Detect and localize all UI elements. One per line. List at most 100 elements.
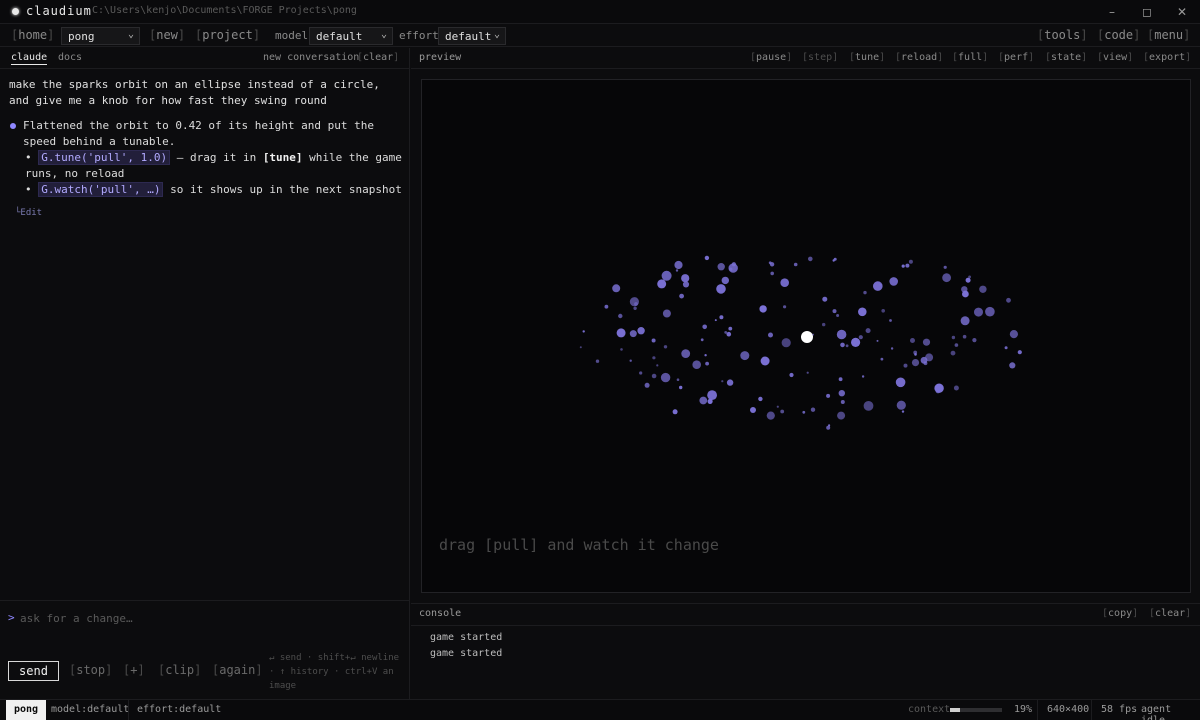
preview-label: preview (419, 52, 462, 63)
spark-particle (853, 342, 856, 345)
new-conversation-button[interactable]: new conversation (263, 52, 359, 63)
spark-particle (880, 357, 884, 361)
minimize-button[interactable]: – (1094, 2, 1130, 22)
edit-link[interactable]: └Edit (15, 208, 42, 218)
preview-full-button[interactable]: [full] (952, 52, 988, 63)
close-button[interactable]: ✕ (1164, 2, 1200, 22)
menu-button[interactable]: [menu] (1147, 28, 1190, 42)
game-canvas[interactable]: drag [pull] and watch it change (421, 79, 1191, 593)
preview-reload-button[interactable]: [reload] (895, 52, 943, 63)
new-button[interactable]: [new] (149, 28, 185, 42)
spark-particle (716, 284, 726, 294)
ball (801, 331, 813, 343)
again-button[interactable]: [again] (212, 663, 263, 677)
spark-particle (962, 334, 967, 339)
divider (128, 700, 129, 720)
spark-particle (657, 279, 667, 289)
chevron-down-icon: ⌄ (380, 29, 387, 40)
status-fps: 58 fps (1101, 704, 1138, 715)
preview-perf-button[interactable]: [perf] (998, 52, 1034, 63)
spark-particle (582, 330, 585, 333)
home-button[interactable]: [home] (11, 28, 54, 42)
spark-particle (974, 307, 983, 317)
project-button[interactable]: [project] (195, 28, 260, 42)
preview-step-button[interactable]: [step] (802, 52, 838, 63)
spark-particle (731, 262, 736, 267)
tab-claude[interactable]: claude (11, 52, 48, 65)
spark-particle (595, 359, 600, 363)
spark-particle (960, 316, 970, 326)
spark-particle (699, 396, 708, 405)
spark-particle (676, 378, 680, 382)
spark-particle (1004, 346, 1008, 350)
spark-particle (675, 269, 679, 272)
spark-particle (652, 356, 656, 360)
preview-state-button[interactable]: [state] (1045, 52, 1087, 63)
model-select[interactable]: default ⌄ (309, 27, 393, 45)
spark-particle (890, 347, 894, 350)
console-clear-button[interactable]: [clear] (1149, 608, 1191, 619)
preview-export-button[interactable]: [export] (1143, 52, 1191, 63)
preview-view-button[interactable]: [view] (1097, 52, 1133, 63)
spark-particle (833, 257, 837, 261)
spark-particle (789, 372, 794, 378)
spark-particle (681, 274, 690, 283)
tools-button[interactable]: [tools] (1037, 28, 1088, 42)
preview-tune-button[interactable]: [tune] (849, 52, 885, 63)
console-line: game started (430, 632, 503, 643)
spark-field (579, 255, 1022, 430)
spark-particle (845, 344, 849, 348)
effort-select[interactable]: default ⌄ (438, 27, 506, 45)
list-item: • G.tune('pull', 1.0) — drag it in [tune… (25, 150, 402, 180)
spark-particle (776, 405, 779, 408)
spark-particle (950, 350, 956, 356)
spark-particle (674, 260, 683, 270)
spark-particle (979, 285, 987, 293)
spark-particle (629, 359, 632, 362)
spark-particle (873, 281, 883, 291)
spark-particle (758, 396, 763, 402)
project-select[interactable]: pong ⌄ (61, 27, 140, 45)
stop-button[interactable]: [stop] (69, 663, 112, 677)
console-copy-button[interactable]: [copy] (1102, 608, 1138, 619)
list-item: • G.watch('pull', …) so it shows up in t… (25, 182, 402, 197)
clear-chat-button[interactable]: [clear] (357, 52, 399, 63)
effort-label: effort (399, 29, 439, 42)
spark-particle (728, 326, 733, 331)
divider (1091, 700, 1092, 720)
keyboard-hints: ↵ send · shift+↵ newline · ↑ history · c… (269, 653, 400, 691)
clip-button[interactable]: [clip] (158, 663, 201, 677)
spark-particle (768, 261, 772, 265)
send-button[interactable]: send (8, 661, 59, 681)
spark-particle (837, 411, 846, 420)
maximize-button[interactable]: ◻ (1129, 2, 1165, 22)
spark-particle (760, 356, 770, 366)
spark-particle (935, 388, 941, 394)
attach-button[interactable]: [+] (123, 663, 145, 677)
spark-particle (579, 346, 582, 349)
prompt-input[interactable] (20, 609, 400, 627)
context-label: context (908, 704, 951, 715)
console-label: console (419, 608, 462, 619)
spark-particle (836, 329, 847, 340)
spark-particle (717, 263, 725, 271)
spark-particle (651, 338, 656, 343)
spark-particle (740, 351, 750, 361)
spark-particle (616, 328, 626, 338)
spark-particle (895, 377, 906, 388)
preview-pause-button[interactable]: [pause] (750, 52, 792, 63)
spark-particle (942, 273, 951, 283)
spark-particle (721, 380, 724, 383)
spark-particle (662, 309, 671, 318)
spark-particle (889, 277, 898, 286)
spark-particle (663, 345, 668, 349)
spark-particle (922, 338, 931, 346)
spark-particle (783, 305, 787, 309)
spark-particle (714, 319, 717, 322)
spark-particle (721, 276, 729, 285)
spark-particle (865, 328, 871, 334)
spark-particle (793, 262, 798, 267)
tab-docs[interactable]: docs (58, 52, 82, 63)
code-button[interactable]: [code] (1097, 28, 1140, 42)
prompt-caret-icon: > (8, 611, 15, 624)
